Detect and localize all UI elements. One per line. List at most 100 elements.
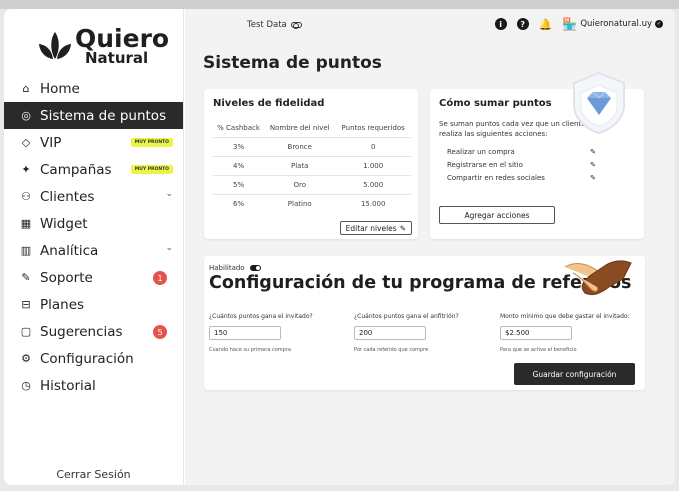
history-icon: ◷ (21, 379, 31, 392)
host-points-input[interactable]: 200 (354, 326, 426, 340)
points-icon: ◎ (21, 109, 31, 122)
add-actions-button[interactable]: Agregar acciones (439, 206, 555, 224)
store-name[interactable]: Quieronatural.uy (580, 19, 652, 29)
test-data-toggle[interactable]: Test Data (247, 20, 302, 30)
table-cell: 5.000 (335, 174, 411, 194)
store-icon[interactable]: 🏪 (562, 17, 577, 31)
logo-text-quiero: Quiero (75, 24, 170, 53)
action-item: Registrarse en el sitio (447, 161, 523, 169)
field-label: Monto mínimo que debe gastar el invitado… (500, 313, 630, 320)
window-top-strip (0, 0, 679, 9)
enabled-toggle[interactable]: Habilitado (209, 264, 261, 272)
chart-icon: ▥ (20, 244, 32, 257)
edit-levels-button[interactable]: Editar niveles ✎ (339, 221, 412, 235)
column-header: % Cashback (217, 124, 260, 133)
help-icon[interactable]: ? (516, 18, 529, 30)
pencil-icon[interactable]: ✎ (590, 161, 596, 169)
home-icon: ⌂ (22, 82, 30, 95)
field-help: Cuando hace su primera compra (209, 347, 291, 353)
sidebar-item-label: Configuración (40, 350, 134, 367)
test-data-label: Test Data (247, 20, 287, 30)
gear-icon: ⚙ (21, 352, 31, 365)
levels-table: % Cashback Nombre del nivel Puntos reque… (213, 120, 411, 213)
sidebar-item-widget[interactable]: ▦ Widget (4, 210, 183, 237)
card-title: Cómo sumar puntos (439, 98, 552, 109)
table-cell: 15.000 (335, 193, 411, 213)
bell-icon[interactable]: 🔔 (539, 18, 553, 31)
table-row: 3% Bronce 0 (213, 136, 411, 156)
earn-points-card: Cómo sumar puntos Se suman puntos cada v… (430, 71, 644, 239)
box-icon: ⊟ (21, 298, 31, 311)
sidebar-item-vip[interactable]: ◇ VIP MUY PRONTO (4, 129, 183, 156)
coming-soon-badge: MUY PRONTO (130, 138, 173, 147)
save-config-button[interactable]: Guardar configuración (514, 363, 635, 385)
page-title: Sistema de puntos (203, 53, 382, 73)
sidebar-item-analitica[interactable]: ▥ Analítica ⌄ (4, 237, 183, 264)
info-icon[interactable]: i (494, 18, 507, 30)
action-item: Compartir en redes sociales (447, 174, 545, 182)
column-header: Nombre del nivel (269, 124, 330, 133)
chevron-down-icon[interactable]: ⌄ (165, 243, 173, 253)
guest-points-input[interactable]: 150 (209, 326, 281, 340)
min-spend-field: Monto mínimo que debe gastar el invitado… (500, 313, 645, 353)
handshake-icon (564, 260, 632, 296)
pencil-icon[interactable]: ✎ (590, 174, 596, 182)
sidebar-item-label: Sugerencias (40, 323, 123, 340)
pencil-icon: ✎ (399, 223, 406, 233)
logo-text-natural: Natural (85, 49, 149, 67)
host-points-field: ¿Cuántos puntos gana el anfitrión? 200 P… (354, 313, 499, 353)
field-help: Para que se active el beneficio (500, 347, 577, 353)
leaf-logo-icon (39, 32, 71, 59)
sidebar-item-label: Campañas (40, 161, 112, 178)
sidebar-item-soporte[interactable]: ✎ Soporte 1 (4, 264, 183, 291)
table-row: 6% Platino 15.000 (213, 193, 411, 213)
toggle-icon (249, 265, 261, 271)
column-header: Puntos requeridos (341, 124, 405, 133)
sidebar-item-label: Widget (40, 215, 88, 232)
table-cell: Oro (264, 174, 336, 194)
pencil-icon[interactable]: ✎ (590, 148, 596, 156)
app-frame: Quiero Natural ⌂ Home ◎ Sistema de punto… (4, 9, 675, 485)
verified-icon: ✓ (655, 20, 663, 28)
field-label: ¿Cuántos puntos gana el invitado? (209, 313, 313, 320)
logout-link[interactable]: Cerrar Sesión (4, 468, 183, 481)
field-help: Por cada referido que compre (354, 347, 429, 353)
action-item: Realizar un compra (447, 148, 515, 156)
table-header-row: % Cashback Nombre del nivel Puntos reque… (213, 120, 411, 137)
sidebar-item-sugerencias[interactable]: ▢ Sugerencias 5 (4, 318, 183, 345)
sidebar: Quiero Natural ⌂ Home ◎ Sistema de punto… (4, 9, 184, 485)
main-content: Test Data i ? 🔔 🏪 Quieronatural.uy ✓ Sis… (185, 9, 675, 485)
sidebar-item-label: Home (40, 80, 80, 97)
sidebar-item-historial[interactable]: ◷ Historial (4, 372, 183, 399)
toggle-icon (290, 22, 302, 29)
table-cell: 0 (335, 136, 411, 156)
table-row: 5% Oro 5.000 (213, 174, 411, 194)
min-spend-input[interactable]: $2.500 (500, 326, 572, 340)
sidebar-item-label: Historial (40, 377, 96, 394)
referral-program-card: Habilitado Configuración de tu programa … (204, 256, 645, 390)
sidebar-item-home[interactable]: ⌂ Home (4, 75, 183, 102)
enabled-label: Habilitado (209, 264, 245, 272)
sidebar-item-planes[interactable]: ⊟ Planes (4, 291, 183, 318)
sidebar-item-clientes[interactable]: ⚇ Clientes ⌄ (4, 183, 183, 210)
sidebar-item-label: Clientes (40, 188, 95, 205)
table-cell: 4% (213, 155, 265, 175)
sidebar-item-label: Sistema de puntos (40, 107, 167, 124)
sidebar-item-label: Soporte (40, 269, 93, 286)
table-cell: Bronce (264, 136, 336, 156)
table-cell: 3% (213, 136, 265, 156)
sidebar-item-label: Planes (40, 296, 85, 313)
sidebar-item-sistema-de-puntos[interactable]: ◎ Sistema de puntos (4, 102, 183, 129)
sparkle-icon: ✦ (21, 163, 31, 176)
guest-points-field: ¿Cuántos puntos gana el invitado? 150 Cu… (209, 313, 354, 353)
sidebar-item-label: Analítica (40, 242, 99, 259)
field-label: ¿Cuántos puntos gana el anfitrión? (354, 313, 459, 320)
table-cell: Platino (264, 193, 336, 213)
pen-icon: ✎ (21, 271, 31, 284)
chevron-down-icon[interactable]: ⌄ (165, 189, 173, 199)
users-icon: ⚇ (21, 190, 31, 203)
sidebar-item-label: VIP (40, 134, 62, 151)
sidebar-item-configuracion[interactable]: ⚙ Configuración (4, 345, 183, 372)
sidebar-item-campanas[interactable]: ✦ Campañas MUY PRONTO (4, 156, 183, 183)
notification-count-badge: 5 (153, 325, 167, 339)
